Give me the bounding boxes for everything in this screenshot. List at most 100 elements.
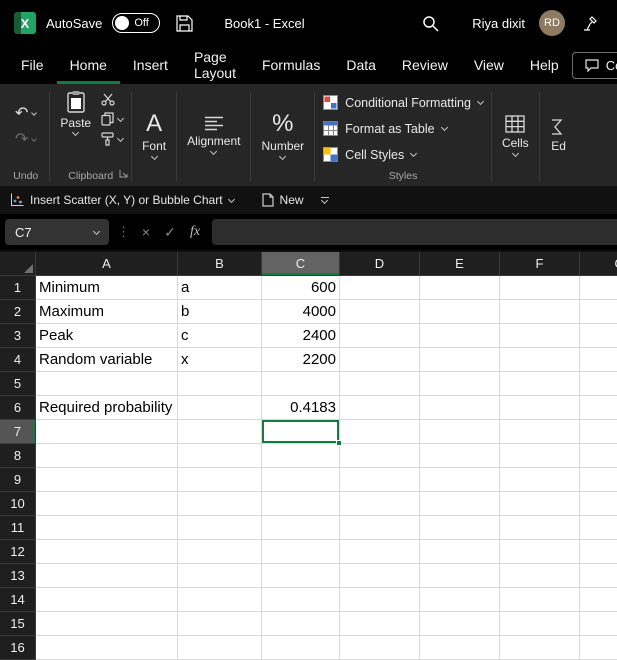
cell-G7[interactable] [580,420,617,444]
cell-D11[interactable] [340,516,420,540]
cell-F13[interactable] [500,564,580,588]
cut-button[interactable] [101,92,123,106]
select-all-button[interactable] [0,252,36,276]
cell-C16[interactable] [262,636,340,660]
cell-G2[interactable] [580,300,617,324]
paste-button[interactable]: Paste [60,90,91,137]
row-header-10[interactable]: 10 [0,492,36,516]
cell-A11[interactable] [36,516,178,540]
cell-G11[interactable] [580,516,617,540]
cell-E5[interactable] [420,372,500,396]
cell-A9[interactable] [36,468,178,492]
cell-G14[interactable] [580,588,617,612]
cell-A10[interactable] [36,492,178,516]
cells-button[interactable]: Cells [492,84,539,186]
row-header-11[interactable]: 11 [0,516,36,540]
cell-E13[interactable] [420,564,500,588]
cell-E4[interactable] [420,348,500,372]
undo-button[interactable]: ↶ [15,105,38,122]
redo-button[interactable]: ↷ [15,131,38,148]
cell-C13[interactable] [262,564,340,588]
cell-F8[interactable] [500,444,580,468]
cell-A1[interactable]: Minimum [36,276,178,300]
cell-G15[interactable] [580,612,617,636]
row-header-3[interactable]: 3 [0,324,36,348]
cell-G8[interactable] [580,444,617,468]
cell-D4[interactable] [340,348,420,372]
menu-item-insert[interactable]: Insert [120,46,181,84]
cell-B7[interactable] [178,420,262,444]
cell-D1[interactable] [340,276,420,300]
cell-B5[interactable] [178,372,262,396]
cell-E3[interactable] [420,324,500,348]
cell-D6[interactable] [340,396,420,420]
cell-F10[interactable] [500,492,580,516]
cell-D2[interactable] [340,300,420,324]
cell-C3[interactable]: 2400 [262,324,340,348]
autosave-toggle[interactable]: Off [112,13,161,33]
cell-C8[interactable] [262,444,340,468]
cell-C9[interactable] [262,468,340,492]
editing-button[interactable]: Ed [540,84,578,186]
new-button[interactable]: New [261,193,304,207]
cell-B11[interactable] [178,516,262,540]
cell-E10[interactable] [420,492,500,516]
row-header-14[interactable]: 14 [0,588,36,612]
cell-F12[interactable] [500,540,580,564]
row-header-5[interactable]: 5 [0,372,36,396]
cell-B6[interactable] [178,396,262,420]
row-header-16[interactable]: 16 [0,636,36,660]
comments-button[interactable]: Com [571,51,617,79]
cell-F6[interactable] [500,396,580,420]
save-icon[interactable] [170,9,198,37]
menu-item-page-layout[interactable]: Page Layout [181,46,249,84]
cell-F4[interactable] [500,348,580,372]
format-as-table-button[interactable]: Format as Table [323,117,483,140]
name-box[interactable]: C7 [5,219,109,245]
cell-E12[interactable] [420,540,500,564]
cell-E1[interactable] [420,276,500,300]
row-header-1[interactable]: 1 [0,276,36,300]
insert-scatter-chart-button[interactable]: Insert Scatter (X, Y) or Bubble Chart [10,193,235,207]
cell-B14[interactable] [178,588,262,612]
cell-B8[interactable] [178,444,262,468]
cell-F7[interactable] [500,420,580,444]
alignment-button[interactable]: Alignment [177,84,250,186]
cell-B12[interactable] [178,540,262,564]
cell-G12[interactable] [580,540,617,564]
row-header-2[interactable]: 2 [0,300,36,324]
menu-item-help[interactable]: Help [517,46,572,84]
column-header-f[interactable]: F [500,252,580,276]
cell-F2[interactable] [500,300,580,324]
row-header-7[interactable]: 7 [0,420,36,444]
cell-A5[interactable] [36,372,178,396]
row-header-13[interactable]: 13 [0,564,36,588]
cell-G9[interactable] [580,468,617,492]
cell-B16[interactable] [178,636,262,660]
cell-G5[interactable] [580,372,617,396]
menu-item-data[interactable]: Data [333,46,389,84]
cell-D14[interactable] [340,588,420,612]
cell-B4[interactable]: x [178,348,262,372]
cell-D15[interactable] [340,612,420,636]
cell-A12[interactable] [36,540,178,564]
cell-G13[interactable] [580,564,617,588]
cell-E14[interactable] [420,588,500,612]
cell-C2[interactable]: 4000 [262,300,340,324]
copy-button[interactable] [101,112,125,126]
cell-D9[interactable] [340,468,420,492]
cell-F1[interactable] [500,276,580,300]
menu-item-view[interactable]: View [461,46,517,84]
cell-F9[interactable] [500,468,580,492]
row-header-4[interactable]: 4 [0,348,36,372]
cell-E11[interactable] [420,516,500,540]
menu-item-review[interactable]: Review [389,46,461,84]
number-button[interactable]: % Number [251,84,314,186]
cell-D7[interactable] [340,420,420,444]
cell-B3[interactable]: c [178,324,262,348]
cell-F3[interactable] [500,324,580,348]
row-header-12[interactable]: 12 [0,540,36,564]
cell-C10[interactable] [262,492,340,516]
cell-D3[interactable] [340,324,420,348]
menu-item-home[interactable]: Home [56,46,120,84]
